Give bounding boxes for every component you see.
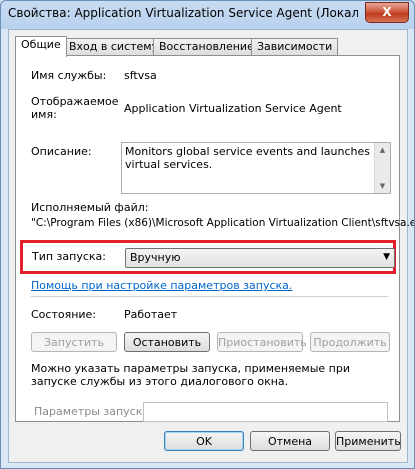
start-button[interactable]: Запустить <box>31 332 117 352</box>
scroll-up-arrow-icon[interactable]: ▲ <box>375 143 390 157</box>
close-button[interactable]: X <box>365 2 409 23</box>
exe-path-label: Исполняемый файл: <box>31 201 149 214</box>
resume-button[interactable]: Продолжить <box>310 332 390 352</box>
status-label: Состояние: <box>31 308 97 321</box>
general-tab-panel: Имя службы: sftvsa Отображаемое имя: App… <box>15 55 414 422</box>
display-name-label-2: имя: <box>31 108 57 121</box>
service-name-value: sftvsa <box>124 69 157 82</box>
display-name-label: Отображаемое <box>31 95 119 108</box>
startup-type-label: Тип запуска: <box>32 250 106 263</box>
startup-type-select[interactable]: Вручную ▼ <box>125 248 395 268</box>
description-scrollbar[interactable]: ▲ ▼ <box>374 143 390 193</box>
title-bar[interactable]: Свойства: Application Virtualization Ser… <box>1 1 414 27</box>
description-text: Monitors global service events and launc… <box>125 145 370 171</box>
tab-recovery[interactable]: Восстановление <box>153 38 260 56</box>
properties-dialog: Свойства: Application Virtualization Ser… <box>0 0 415 469</box>
status-value: Работает <box>124 308 178 321</box>
startup-help-link[interactable]: Помощь при настройке параметров запуска. <box>31 279 292 292</box>
tab-logon[interactable]: Вход в систему <box>63 38 165 56</box>
ok-button[interactable]: OK <box>164 431 244 451</box>
window-title: Свойства: Application Virtualization Ser… <box>8 6 358 20</box>
service-name-label: Имя службы: <box>31 69 107 82</box>
cancel-button[interactable]: Отмена <box>250 431 330 451</box>
start-params-note: Можно указать параметры запуска, применя… <box>31 362 350 388</box>
pause-button[interactable]: Приостановить <box>217 332 307 352</box>
tab-dependencies[interactable]: Зависимости <box>251 38 339 56</box>
startup-type-value: Вручную <box>130 251 181 264</box>
dialog-client-area: Общие Вход в систему Восстановление Зави… <box>8 29 414 463</box>
start-params-label: Параметры запуска: <box>34 405 153 418</box>
exe-path-value: "C:\Program Files (x86)\Microsoft Applic… <box>31 217 415 229</box>
tab-general[interactable]: Общие <box>15 36 67 57</box>
stop-button[interactable]: Остановить <box>124 332 210 352</box>
description-label: Описание: <box>31 145 92 158</box>
divider <box>31 296 388 297</box>
chevron-down-icon: ▼ <box>383 252 390 262</box>
display-name-value[interactable]: Application Virtualization Service Agent <box>124 102 342 115</box>
scroll-down-arrow-icon[interactable]: ▼ <box>375 179 390 193</box>
start-params-input[interactable] <box>143 402 388 422</box>
apply-button[interactable]: Применить <box>335 431 401 451</box>
description-box[interactable]: Monitors global service events and launc… <box>121 142 391 194</box>
